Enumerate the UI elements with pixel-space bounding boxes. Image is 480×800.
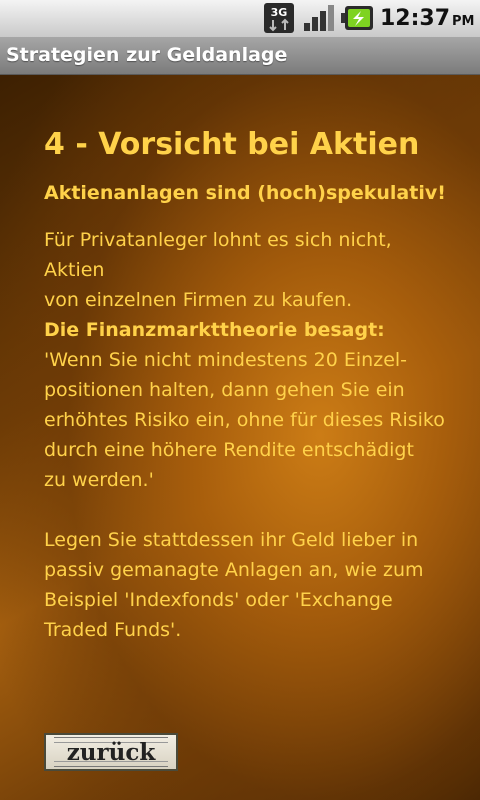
- banknote-border-bottom: [54, 761, 168, 767]
- signal-strength-icon: [304, 5, 334, 31]
- back-button[interactable]: zurück: [44, 733, 178, 771]
- paragraph-private-investors: Für Privatanleger lohnt es sich nicht, A…: [44, 229, 392, 311]
- page-subheading: Aktienanlagen sind (hoch)spekulativ!: [44, 182, 446, 204]
- paragraph-theory-quote: 'Wenn Sie nicht mindestens 20 Einzel- po…: [44, 349, 445, 491]
- content-area[interactable]: 4 - Vorsicht bei Aktien Aktienanlagen si…: [0, 75, 480, 800]
- theory-label: Die Finanzmarkttheorie besagt:: [44, 319, 385, 341]
- 3g-data-icon: 3G: [264, 3, 294, 33]
- battery-charging-icon: [341, 6, 373, 30]
- app-title: Strategien zur Geldanlage: [6, 44, 288, 66]
- status-bar: 3G 12:37 PM: [0, 0, 480, 38]
- page-heading: 4 - Vorsicht bei Aktien: [44, 127, 420, 162]
- paragraph-recommendation: Legen Sie stattdessen ihr Geld lieber in…: [44, 529, 424, 641]
- network-type-label: 3G: [271, 6, 288, 19]
- clock-time: 12:37: [380, 6, 451, 31]
- clock: 12:37 PM: [380, 4, 475, 34]
- clock-ampm: PM: [452, 14, 475, 29]
- app-title-bar: Strategien zur Geldanlage: [0, 37, 480, 75]
